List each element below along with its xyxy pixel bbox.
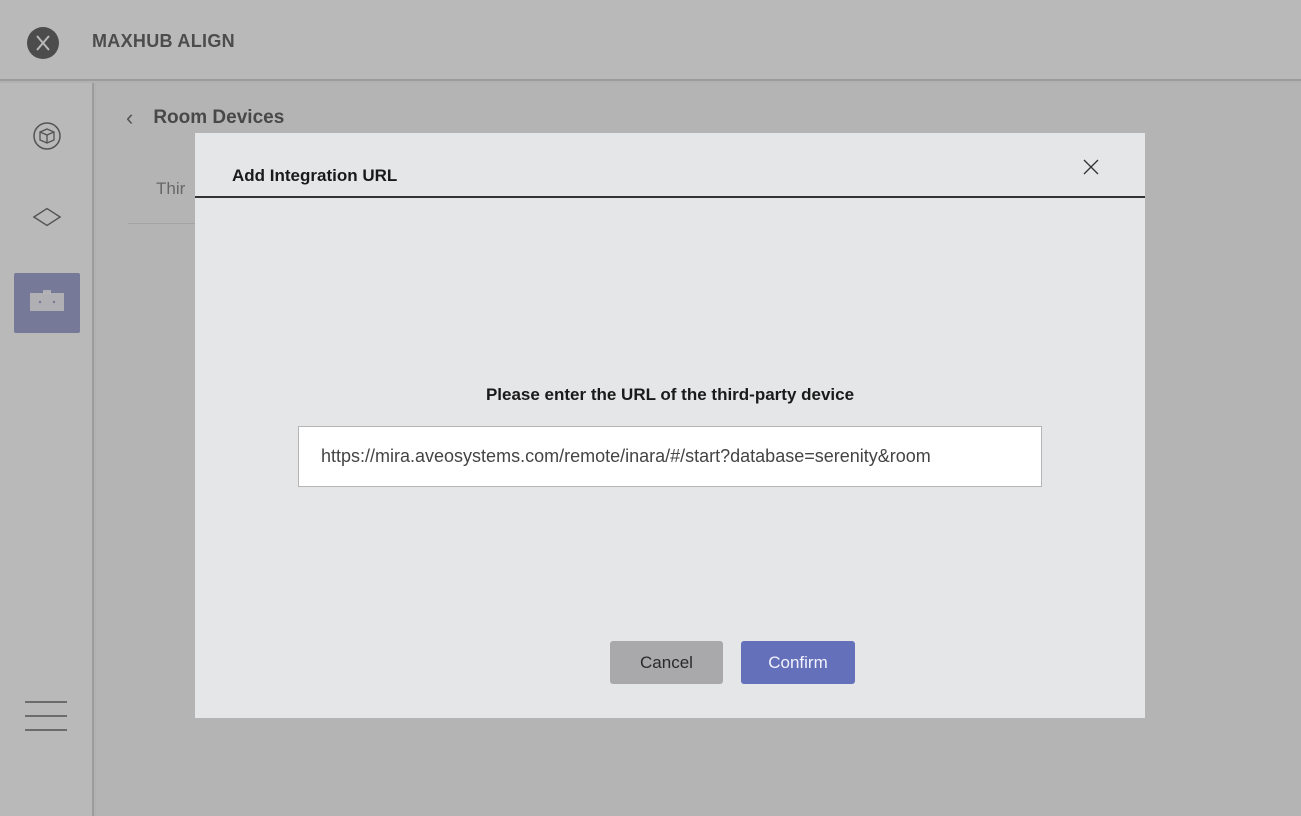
dialog-header: Add Integration URL — [195, 133, 1145, 198]
cancel-button[interactable]: Cancel — [610, 641, 723, 684]
url-prompt-label: Please enter the URL of the third-party … — [485, 385, 855, 404]
dialog-title: Add Integration URL — [232, 166, 398, 185]
confirm-button[interactable]: Confirm — [741, 641, 855, 684]
add-integration-url-dialog: Add Integration URL Please enter the URL… — [195, 133, 1145, 718]
url-input[interactable] — [298, 426, 1042, 487]
close-icon[interactable] — [1081, 157, 1101, 177]
